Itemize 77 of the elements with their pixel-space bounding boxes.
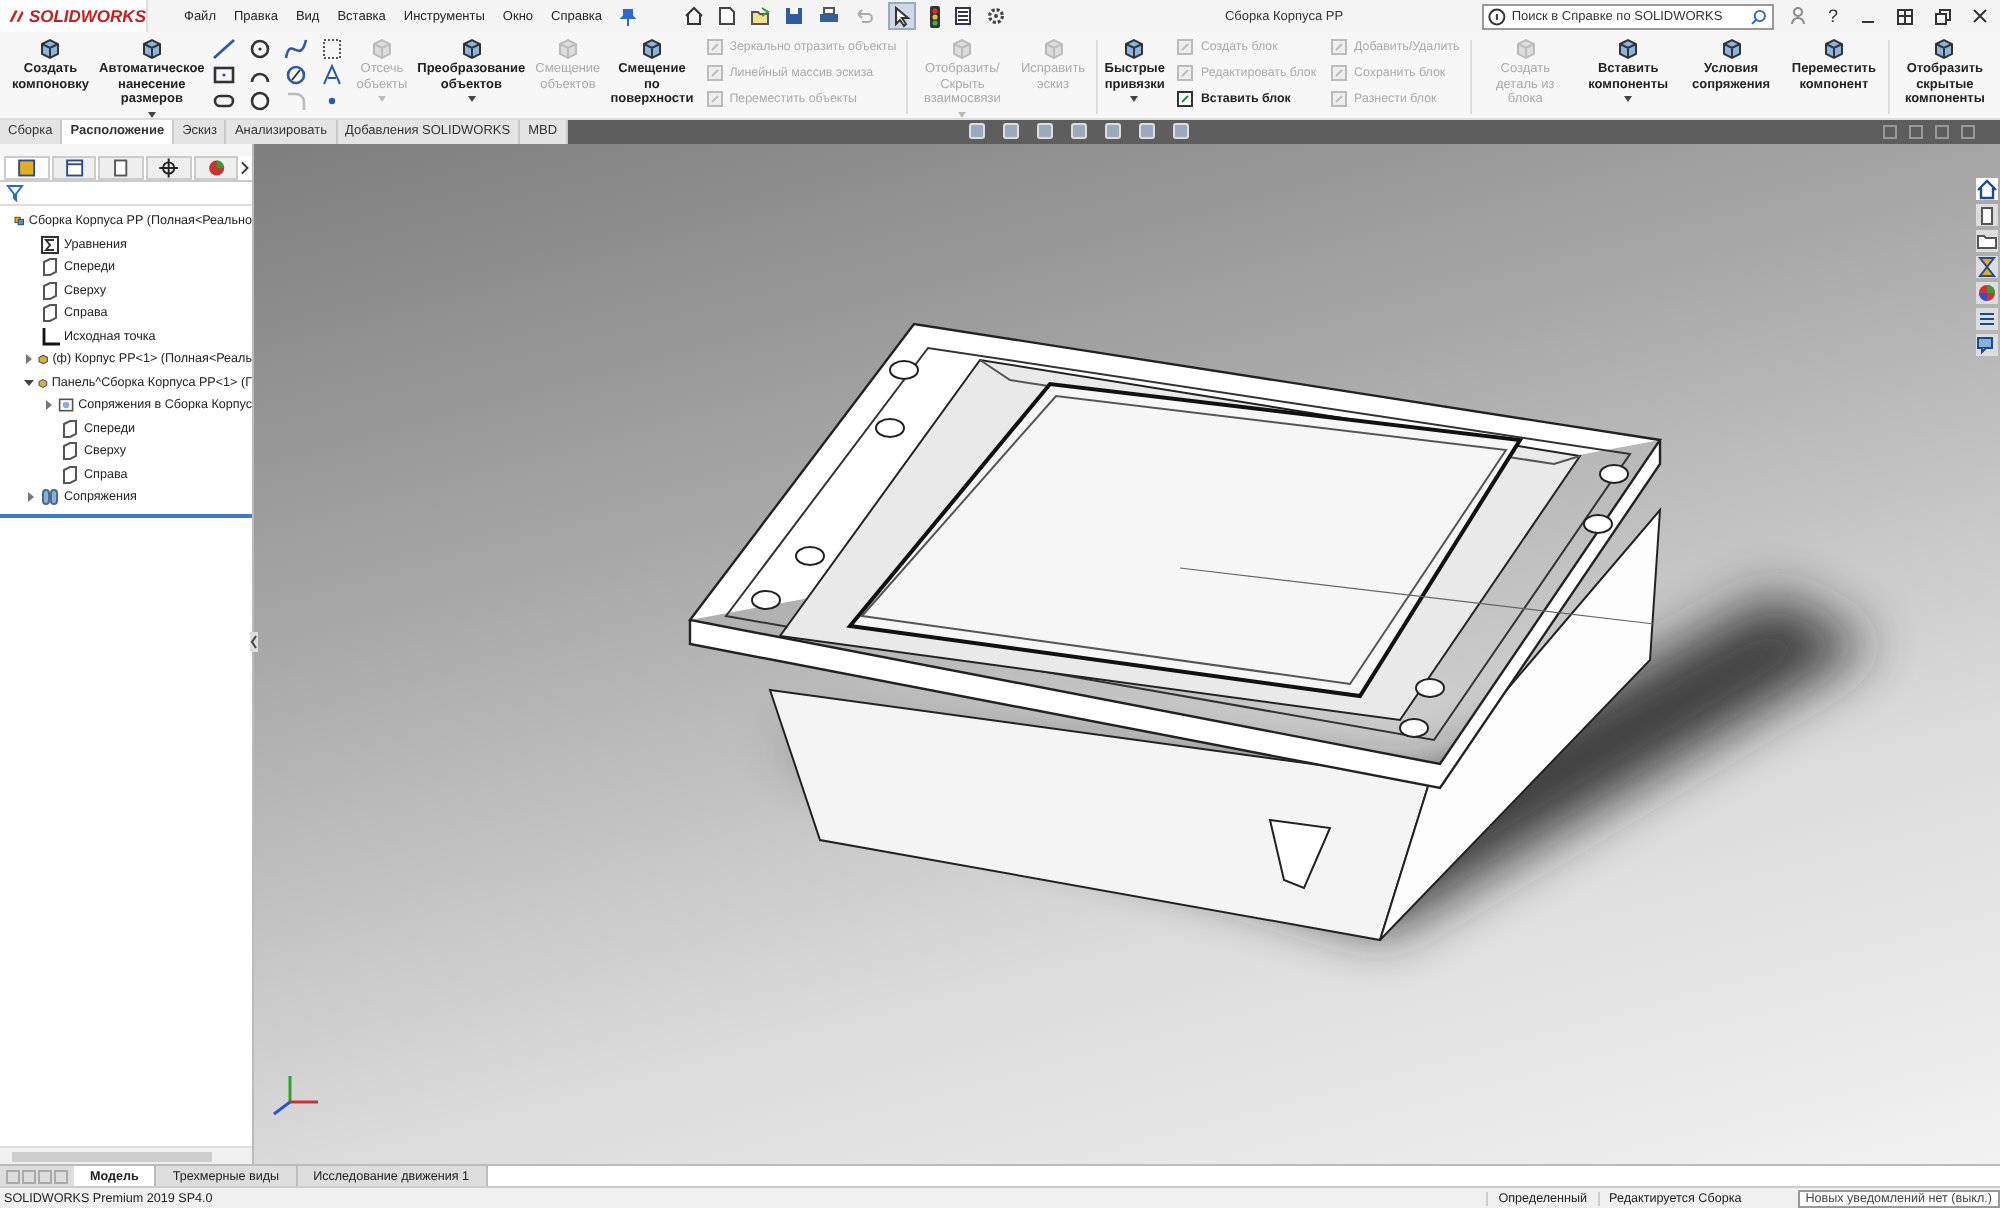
app-logo: SOLIDWORKS	[0, 0, 148, 32]
new-document-icon[interactable]	[718, 6, 737, 26]
crosshair-icon[interactable]	[146, 155, 192, 180]
close-icon[interactable]	[1972, 8, 1988, 24]
chat-icon[interactable]	[1976, 333, 1998, 356]
cube-icon[interactable]	[1976, 203, 1998, 226]
color-ball-icon[interactable]	[1976, 281, 1998, 304]
settings-icon[interactable]	[986, 6, 1007, 26]
home-icon[interactable]	[684, 6, 705, 26]
help-button[interactable]: ?	[1821, 6, 1844, 26]
tool-icon	[1616, 38, 1641, 60]
expand-toggle-icon[interactable]	[25, 492, 35, 503]
axis-triad-drawing	[270, 1072, 322, 1117]
cursor-icon[interactable]	[888, 2, 917, 30]
hourglass-icon[interactable]	[1976, 255, 1998, 278]
tool-icon	[1041, 38, 1065, 60]
horizontal-scrollbar[interactable]	[0, 1146, 252, 1165]
rectangle-tool-icon[interactable]	[212, 64, 237, 86]
paperclip-icon	[40, 488, 60, 507]
expand-toggle-icon[interactable]	[44, 400, 54, 411]
caret-icon	[1624, 96, 1633, 102]
printer-icon[interactable]	[818, 6, 841, 26]
tool-icon	[1821, 38, 1846, 60]
polygon-tool-icon[interactable]	[284, 64, 309, 86]
tool-icon	[639, 38, 664, 60]
sigma-icon	[40, 235, 60, 254]
block-icon	[705, 90, 724, 108]
help-icon	[1487, 7, 1506, 25]
tool-icon	[369, 38, 394, 60]
caret-icon	[1130, 96, 1139, 102]
caret-icon	[377, 96, 386, 102]
origin-icon	[40, 327, 60, 346]
traffic-light-icon[interactable]	[930, 5, 941, 27]
home-icon[interactable]	[1976, 177, 1998, 200]
tool-icon	[1932, 38, 1957, 60]
expand-toggle-icon[interactable]	[24, 354, 34, 365]
circle-tool-icon[interactable]	[248, 38, 273, 60]
search-icon[interactable]	[1750, 7, 1768, 25]
text-tool-icon[interactable]	[320, 64, 345, 86]
block-icon	[1176, 90, 1195, 108]
tool-icon	[1719, 38, 1744, 60]
list-icon[interactable]	[1976, 307, 1998, 330]
tool-icon	[459, 38, 484, 60]
tool-icon	[139, 38, 164, 60]
block-icon	[1176, 38, 1195, 56]
block-icon	[1330, 38, 1349, 56]
tool-icon	[950, 38, 975, 60]
tool-icon	[1122, 38, 1147, 60]
appearance-tab-icon[interactable]	[193, 155, 239, 180]
pin-icon[interactable]	[620, 7, 637, 25]
restore-icon[interactable]	[1934, 7, 1952, 25]
tool-icon	[1513, 38, 1538, 60]
chevron-right-icon[interactable]	[240, 159, 252, 176]
block-icon	[1330, 90, 1349, 108]
grid-icon[interactable]	[320, 38, 345, 60]
block-icon	[1330, 64, 1349, 82]
configuration-tab-icon[interactable]	[98, 155, 145, 180]
assembly-icon	[14, 212, 25, 231]
save-icon[interactable]	[784, 6, 805, 26]
block-icon	[1176, 64, 1195, 82]
feature-tree-tab-icon[interactable]	[4, 155, 50, 180]
panel-collapse-handle[interactable]	[250, 631, 258, 652]
line-tool-icon[interactable]	[212, 38, 237, 60]
list-icon[interactable]	[954, 6, 973, 26]
enclosure-model-drawing[interactable]	[688, 322, 1874, 942]
tool-icon	[38, 38, 63, 60]
block-icon	[705, 64, 724, 82]
slot-tool-icon[interactable]	[212, 90, 237, 112]
user-icon[interactable]	[1789, 6, 1806, 26]
spline-tool-icon[interactable]	[284, 38, 309, 60]
tile-windows-icon[interactable]	[1896, 7, 1914, 25]
property-tab-icon[interactable]	[51, 155, 97, 180]
tool-icon	[555, 38, 580, 60]
block-icon	[705, 38, 724, 56]
circle-tool-icon[interactable]	[248, 90, 273, 112]
expand-toggle-icon[interactable]	[24, 377, 34, 388]
caret-icon	[467, 96, 476, 102]
